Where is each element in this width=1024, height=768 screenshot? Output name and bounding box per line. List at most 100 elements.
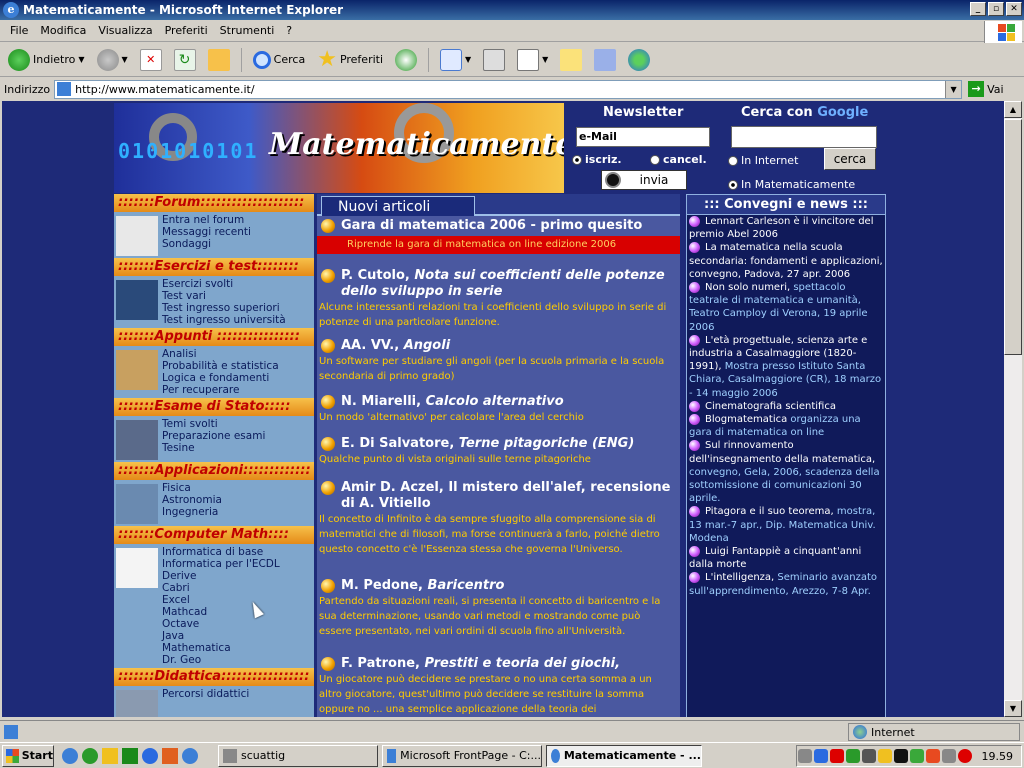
scroll-thumb[interactable] (1004, 119, 1022, 355)
sidebar-link[interactable]: Test ingresso università (162, 314, 286, 326)
news-item[interactable]: La matematica nella scuola secondaria: f… (687, 241, 885, 281)
scroll-up-arrow-icon[interactable]: ▲ (1004, 101, 1022, 118)
article-title-link[interactable]: F. Patrone, Prestiti e teoria dei giochi… (317, 656, 680, 672)
sidebar-link[interactable]: Informatica di base (162, 546, 280, 558)
sidebar-link[interactable]: Java (162, 630, 280, 642)
article-title-link[interactable]: AA. VV., Angoli (317, 338, 680, 354)
minimize-button[interactable]: _ (970, 2, 986, 16)
outlook-icon[interactable] (82, 747, 98, 764)
start-button[interactable]: Start (2, 744, 54, 767)
sidebar-link[interactable]: Astronomia (162, 494, 222, 506)
tray-icon[interactable] (909, 749, 924, 763)
task-matematicamente[interactable]: Matematicamente - ... (546, 744, 702, 767)
sidebar-link[interactable]: Messaggi recenti (162, 226, 251, 238)
tree-icon[interactable] (122, 747, 138, 764)
go-button[interactable]: → Vai (968, 81, 1004, 97)
sidebar-link[interactable]: Dr. Geo (162, 654, 280, 666)
scroll-down-arrow-icon[interactable]: ▼ (1004, 700, 1022, 717)
sidebar-link[interactable]: Informatica per l'ECDL (162, 558, 280, 570)
tray-icon[interactable] (861, 749, 876, 763)
close-button[interactable]: ✕ (1006, 2, 1022, 16)
sidebar-link[interactable]: Octave (162, 618, 280, 630)
article-title-link[interactable]: Gara di matematica 2006 - primo quesito (317, 218, 680, 234)
menu-modifica[interactable]: Modifica (34, 24, 92, 37)
print-button[interactable] (479, 48, 509, 71)
search-internet-radio[interactable]: In Internet (728, 154, 798, 167)
google-search-input[interactable] (731, 126, 877, 148)
news-item[interactable]: L'età progettuale, scienza arte e indust… (687, 334, 885, 400)
menu-help[interactable]: ? (280, 24, 298, 37)
article-title-link[interactable]: Amir D. Aczel, Il mistero dell'alef, rec… (317, 480, 680, 512)
sidebar-link[interactable]: Logica e fondamenti (162, 372, 279, 384)
tray-icon[interactable] (829, 749, 844, 763)
sidebar-link[interactable]: Sondaggi (162, 238, 251, 250)
back-button[interactable]: Indietro ▼ (4, 48, 89, 71)
menu-strumenti[interactable]: Strumenti (214, 24, 281, 37)
news-item[interactable]: Cinematografia scientifica (687, 400, 885, 413)
site-banner[interactable]: 0101010101 Matematicamente.it (114, 103, 564, 193)
mail-button[interactable]: ▼ (436, 48, 475, 71)
sidebar-link[interactable]: Test vari (162, 290, 286, 302)
subscribe-radio[interactable]: iscriz. (572, 153, 622, 166)
app-icon[interactable] (162, 747, 178, 764)
sidebar-link[interactable]: Fisica (162, 482, 222, 494)
messenger-button[interactable] (624, 48, 654, 71)
menu-file[interactable]: File (4, 24, 34, 37)
sidebar-link[interactable]: Temi svolti (162, 418, 265, 430)
tray-icon[interactable] (813, 749, 828, 763)
maximize-button[interactable]: ▫ (988, 2, 1004, 16)
tray-icon[interactable] (941, 749, 956, 763)
tray-icon[interactable] (925, 749, 940, 763)
refresh-button[interactable]: ↻ (170, 48, 200, 71)
history-button[interactable] (391, 48, 421, 71)
article-title-link[interactable]: M. Pedone, Baricentro (317, 578, 680, 594)
article-title-link[interactable]: N. Miarelli, Calcolo alternativo (317, 394, 680, 410)
chevron-down-icon[interactable]: ▼ (122, 55, 128, 64)
chevron-down-icon[interactable]: ▼ (465, 55, 471, 64)
tray-icon[interactable] (893, 749, 908, 763)
tray-icon[interactable] (957, 749, 972, 763)
tray-icon[interactable] (845, 749, 860, 763)
news-item[interactable]: Non solo numeri, spettacolo teatrale di … (687, 281, 885, 334)
news-item[interactable]: Luigi Fantappiè a cinquant'anni dalla mo… (687, 545, 885, 571)
news-item[interactable]: Blogmatematica organizza una gara di mat… (687, 413, 885, 439)
sidebar-link[interactable]: Analisi (162, 348, 279, 360)
vertical-scrollbar[interactable]: ▲ ▼ (1004, 101, 1022, 717)
sidebar-link[interactable]: Excel (162, 594, 280, 606)
article-title-link[interactable]: E. Di Salvatore, Terne pitagoriche (ENG) (317, 436, 680, 452)
folder-icon[interactable] (102, 747, 118, 764)
news-item[interactable]: Sul rinnovamento dell'insegnamento della… (687, 439, 885, 505)
chevron-down-icon[interactable]: ▼ (945, 80, 962, 98)
task-frontpage[interactable]: Microsoft FrontPage - C:... (382, 744, 542, 767)
tray-icon[interactable] (877, 749, 892, 763)
media-icon[interactable] (142, 747, 158, 764)
sidebar-link[interactable]: Percorsi didattici (162, 688, 249, 700)
discuss-button[interactable] (556, 48, 586, 71)
sidebar-link[interactable]: Mathematica (162, 642, 280, 654)
favorites-button[interactable]: ★ Preferiti (313, 48, 387, 71)
google-search-button[interactable]: cerca (824, 148, 876, 170)
home-button[interactable] (204, 48, 234, 71)
sidebar-link[interactable]: Ingegneria (162, 506, 222, 518)
research-button[interactable] (590, 48, 620, 71)
article-title-link[interactable]: P. Cutolo, Nota sui coefficienti delle p… (317, 268, 680, 300)
news-item[interactable]: Lennart Carleson è il vincitore del prem… (687, 215, 885, 241)
sidebar-link[interactable]: Preparazione esami (162, 430, 265, 442)
sidebar-link[interactable]: Entra nel forum (162, 214, 251, 226)
sidebar-link[interactable]: Esercizi svolti (162, 278, 286, 290)
task-scuattig[interactable]: scuattig (218, 744, 378, 767)
chevron-down-icon[interactable]: ▼ (542, 55, 548, 64)
news-item[interactable]: Pitagora e il suo teorema, mostra, 13 ma… (687, 505, 885, 545)
cancel-radio[interactable]: cancel. (650, 153, 707, 166)
sidebar-link[interactable]: Derive (162, 570, 280, 582)
sidebar-link[interactable]: Test ingresso superiori (162, 302, 286, 314)
chevron-down-icon[interactable]: ▼ (78, 55, 84, 64)
sidebar-link[interactable]: Probabilità e statistica (162, 360, 279, 372)
sidebar-link[interactable]: Tesine (162, 442, 265, 454)
messenger-icon[interactable] (182, 747, 198, 764)
edit-button[interactable]: ▼ (513, 48, 552, 71)
stop-button[interactable]: ✕ (136, 48, 166, 71)
sidebar-link[interactable]: Per recuperare (162, 384, 279, 396)
menu-preferiti[interactable]: Preferiti (159, 24, 214, 37)
sidebar-link[interactable]: Cabri (162, 582, 280, 594)
